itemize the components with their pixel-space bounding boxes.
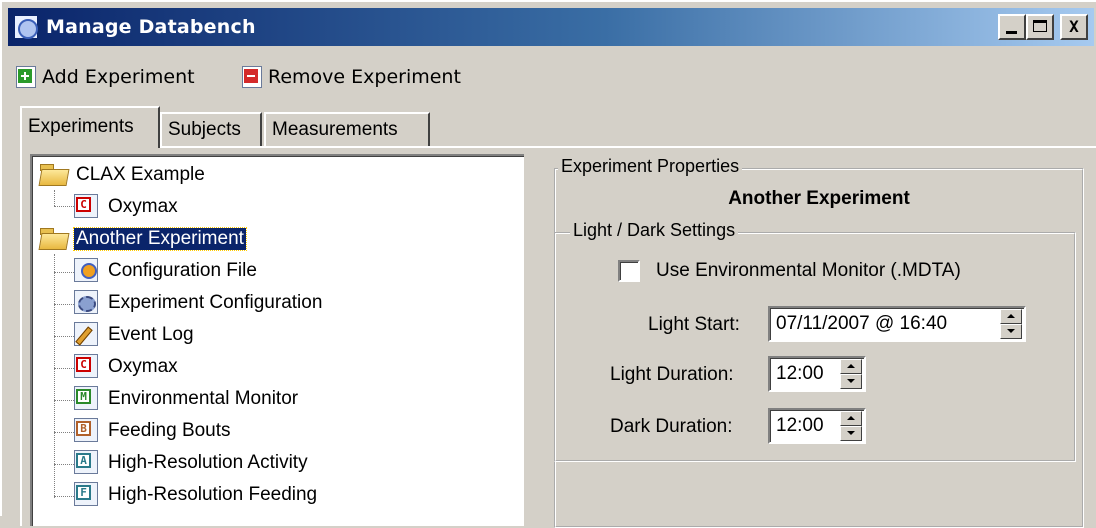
tree-line bbox=[54, 254, 55, 498]
tree-node-label: High-Resolution Feeding bbox=[108, 484, 318, 505]
oxymax-doc-icon: C bbox=[74, 354, 98, 378]
tree-line bbox=[54, 368, 76, 369]
tree-node-label: Another Experiment bbox=[73, 227, 247, 251]
dark-duration-spin-buttons[interactable] bbox=[840, 411, 862, 441]
light-dark-settings-legend: Light / Dark Settings bbox=[570, 220, 739, 241]
experiment-name-heading: Another Experiment bbox=[728, 188, 910, 209]
light-start-picker[interactable]: 07/11/2007 @ 16:40 bbox=[768, 306, 1026, 342]
minimize-button[interactable] bbox=[998, 14, 1026, 40]
light-start-label: Light Start: bbox=[648, 314, 740, 335]
title-bar[interactable]: Manage Databench X bbox=[8, 8, 1094, 46]
spin-down-icon[interactable] bbox=[840, 374, 862, 389]
remove-experiment-label: Remove Experiment bbox=[268, 66, 461, 88]
experiment-properties-legend: Experiment Properties bbox=[558, 156, 743, 177]
light-duration-spinner[interactable]: 12:00 bbox=[768, 356, 866, 392]
experiment-tree[interactable]: CLAX Example C Oxymax Another Experiment… bbox=[30, 154, 524, 526]
tab-strip: Experiments Subjects Measurements bbox=[20, 106, 1020, 148]
tree-node-label: Experiment Configuration bbox=[108, 292, 323, 313]
tree-node-label: Oxymax bbox=[108, 196, 178, 217]
tree-node-label: CLAX Example bbox=[76, 164, 205, 185]
tree-line bbox=[54, 206, 76, 207]
app-icon[interactable] bbox=[14, 15, 38, 39]
tab-measurements[interactable]: Measurements bbox=[264, 112, 430, 148]
tree-node-label: Configuration File bbox=[108, 260, 257, 281]
window-title: Manage Databench bbox=[46, 16, 256, 38]
tree-node-label: Oxymax bbox=[108, 356, 178, 377]
tree-line bbox=[54, 190, 55, 206]
light-start-value[interactable]: 07/11/2007 @ 16:40 bbox=[776, 313, 947, 335]
close-button[interactable]: X bbox=[1060, 14, 1088, 40]
tree-node-label: Event Log bbox=[108, 324, 194, 345]
spin-up-icon[interactable] bbox=[840, 411, 862, 426]
tree-node-label: Feeding Bouts bbox=[108, 420, 231, 441]
add-document-icon bbox=[16, 66, 36, 88]
tree-line bbox=[54, 432, 76, 433]
environmental-monitor-icon: M bbox=[74, 386, 98, 410]
toolbar: Add Experiment Remove Experiment bbox=[8, 58, 1094, 94]
manage-databench-window: Manage Databench X Add Experiment Remove… bbox=[0, 0, 1096, 528]
spin-down-icon[interactable] bbox=[840, 426, 862, 441]
dark-duration-spinner[interactable]: 12:00 bbox=[768, 408, 866, 444]
folder-icon bbox=[38, 226, 68, 250]
tab-experiments[interactable]: Experiments bbox=[20, 106, 160, 148]
maximize-icon bbox=[1033, 20, 1047, 32]
dark-duration-value[interactable]: 12:00 bbox=[776, 415, 824, 437]
oxymax-doc-icon: C bbox=[74, 194, 98, 218]
tree-node-label: High-Resolution Activity bbox=[108, 452, 308, 473]
light-duration-label: Light Duration: bbox=[610, 364, 734, 385]
tree-line bbox=[54, 464, 76, 465]
use-env-monitor-checkbox[interactable] bbox=[618, 260, 640, 282]
tree-line bbox=[54, 336, 76, 337]
high-resolution-feeding-icon: F bbox=[74, 482, 98, 506]
light-duration-spin-buttons[interactable] bbox=[840, 359, 862, 389]
minimize-icon bbox=[1006, 31, 1017, 34]
light-duration-value[interactable]: 12:00 bbox=[776, 363, 824, 385]
tree-line bbox=[54, 400, 76, 401]
use-env-monitor-label[interactable]: Use Environmental Monitor (.MDTA) bbox=[656, 260, 961, 282]
close-icon: X bbox=[1069, 17, 1079, 36]
gear-doc-icon bbox=[74, 290, 98, 314]
tree-line bbox=[54, 496, 76, 497]
maximize-button[interactable] bbox=[1026, 14, 1054, 40]
tree-node-label: Environmental Monitor bbox=[108, 388, 299, 409]
configuration-file-icon bbox=[74, 258, 98, 282]
tab-subjects[interactable]: Subjects bbox=[160, 112, 262, 148]
folder-icon bbox=[38, 162, 68, 186]
tree-line bbox=[54, 272, 76, 273]
spin-down-icon[interactable] bbox=[1000, 324, 1022, 339]
remove-document-icon bbox=[242, 66, 262, 88]
event-log-icon bbox=[74, 322, 98, 346]
light-start-spinner[interactable] bbox=[1000, 309, 1022, 339]
add-experiment-label: Add Experiment bbox=[42, 66, 195, 88]
spin-up-icon[interactable] bbox=[1000, 309, 1022, 324]
tree-line bbox=[54, 304, 76, 305]
spin-up-icon[interactable] bbox=[840, 359, 862, 374]
high-resolution-activity-icon: A bbox=[74, 450, 98, 474]
feeding-bouts-icon: B bbox=[74, 418, 98, 442]
dark-duration-label: Dark Duration: bbox=[610, 416, 733, 437]
